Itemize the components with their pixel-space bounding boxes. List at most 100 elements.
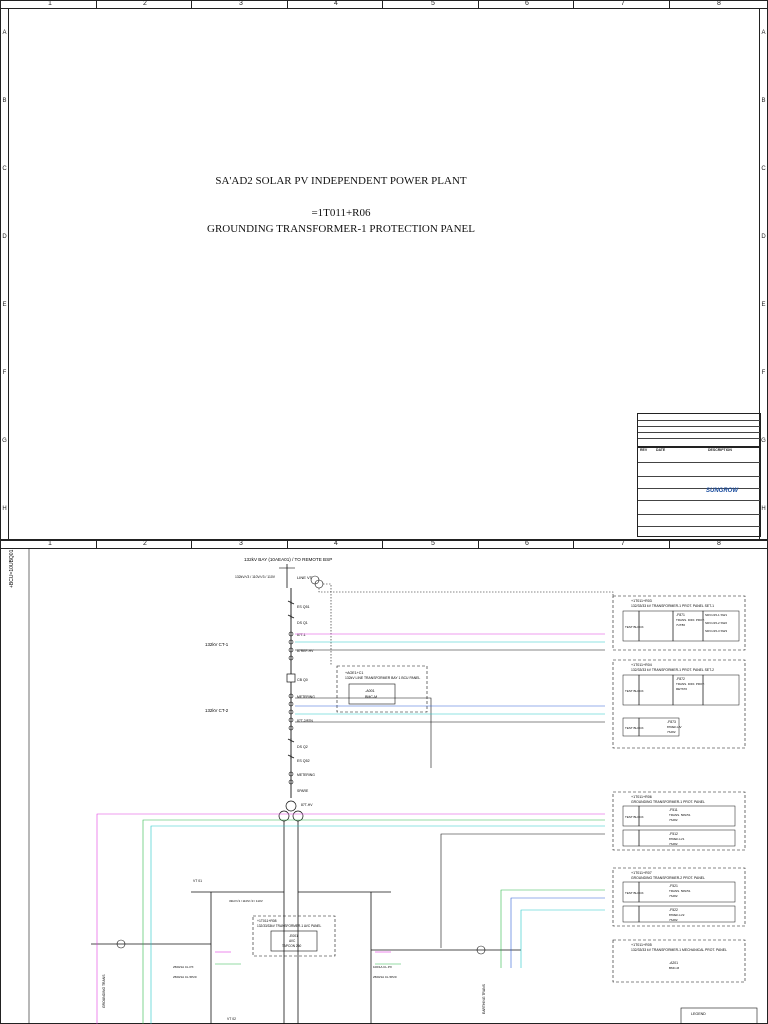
cb-q0: CB Q0 [297,678,308,682]
mv-ct-3: 100/1A CL.PX [373,965,392,969]
row-letter: B [761,98,766,104]
gt1-relay2: -F512 [669,832,678,836]
gt2-title: GROUNDING TRANSFORMER-2 PROT. PANEL [631,876,705,880]
metering-2: METERING [297,773,315,777]
panel-code: =1T011+R06 [311,207,371,219]
set2-test-block-2: TEST BLOCK [625,726,644,730]
col-number: 8 [717,540,721,547]
col-number: 2 [143,0,147,7]
gt2-relay2-model: 7SJ82 [669,918,678,922]
bt1-2: 87T-2/87N [297,719,313,723]
vt01: VT 01 [193,879,202,883]
mech-ref: +1T011+R05 [631,943,652,947]
col-number: 1 [48,540,52,547]
col-number: 5 [431,540,435,547]
gt2-relay2-desc: 87REF-LV2 [669,913,685,917]
mv-ct-2: 2500/1A CL.5P20 [173,975,197,979]
gt1-relay-model: 7SJ82 [669,818,678,822]
cover-sheet: 1 2 3 4 5 6 7 8 A B C D E F G H A B C D … [0,0,768,540]
col-number: 5 [431,0,435,7]
gt2-relay: -F521 [669,884,678,888]
gt1-relay2-desc: 87REF-LV1 [669,837,685,841]
set2-ref: +1T011+R04 [631,663,652,667]
col-number: 7 [621,0,625,7]
set2-title: 132/33/33 kV TRANSFORMER-1 PROT. PANEL S… [631,668,714,672]
col-number: 4 [334,540,338,547]
vt-ratio-33: 33kV/√3 / 110V/√3 / 110V [229,899,263,903]
ds-q1: DS Q1 [297,621,308,625]
gt1-relay2-model: 7SJ82 [669,842,678,846]
set2-relay-desc: TRANS. DIFF. PROT. [676,682,705,686]
mv-ct-1: 2500/1A CL.PX [173,965,194,969]
ds-q2: DS Q2 [297,745,308,749]
row-letter: A [761,30,766,36]
set2-ref-relay-model: 7SJ82 [667,730,676,734]
bcu-device: -A001 [365,689,375,693]
rev-col: REV [640,448,648,452]
line-vt-label: LINE VT [297,575,313,580]
title-block: REV DATE DESCRIPTION SUNGROW [637,413,761,537]
bcu-subtitle: 132kV LINE TRANSFORMER BAY 1 BCU PANEL [345,676,420,680]
set1-sw1: SDV1/15-1 SW1 [705,613,727,617]
set1-sw2: SDV1/15-2 SW2 [705,621,727,625]
mv-ct-4: 2500/1A CL.5P20 [373,975,397,979]
bt1: 87T-1 [297,633,306,637]
gt1-relay-desc: TRANS. 50N/51 [669,813,691,817]
desc-col: DESCRIPTION [708,448,732,452]
panel-title: GROUNDING TRANSFORMER-1 PROTECTION PANEL [207,223,475,235]
row-letter: G [761,438,766,444]
bt-hv2: 87T-HV [301,803,313,807]
col-number: 2 [143,540,147,547]
gt1-relay: -F511 [669,808,678,812]
gt1-test-block: TEST BLOCK [625,815,644,819]
set1-sw3: SDV1/15-3 SW3 [705,629,727,633]
set2-test-block: TEST BLOCK [625,689,644,693]
row-letter: G [2,438,7,444]
avc-device: -E001 [289,934,298,938]
set1-relay: -F871 [676,613,685,617]
col-number: 4 [334,0,338,7]
gt2-relay-desc: TRANS. 50N/51 [669,889,691,893]
gt2-relay2: -F522 [669,908,678,912]
set1-relay-model: 7UT86 [676,623,685,627]
ct2-label: 132kV CT-2 [205,708,229,713]
set1-test-block: TEST BLOCK [625,625,644,629]
gt2-test-block: TEST BLOCK [625,891,644,895]
col-number: 6 [525,0,529,7]
row-ruler-left: A B C D E F G H [1,8,9,539]
mech-title: 132/33/33 kV TRANSFORMER-1 MECHANICAL PR… [631,948,727,952]
set1-ref: +1T011+R03 [631,599,652,603]
set2-relay-model: RET670 [676,687,687,691]
vt02: VT 02 [227,1017,236,1021]
row-letter: A [2,30,7,36]
bay-title: 132kV BAY (10AEA01) / TO REMOTE BSP [244,557,332,562]
single-line-diagram: +BCU=10UBQ01 132kV BAY (10AEA01) / TO RE… [9,548,758,1024]
avc-device-desc: TAPCON 260 [282,944,301,948]
avc-title: 132/33/33kV TRANSFORMER-1 AVC PANEL [257,924,322,928]
set2-ref-relay-desc: 87REF-HV [667,725,682,729]
set1-title: 132/33/33 kV TRANSFORMER-1 PROT. PANEL S… [631,604,714,608]
col-number: 3 [239,0,243,7]
row-letter: F [761,370,766,376]
col-number: 3 [239,540,243,547]
row-letter: C [761,166,766,172]
es-q51: ES Q51 [297,605,310,609]
row-letter: H [2,506,7,512]
date-col: DATE [656,448,666,452]
mech-device: -A201 [669,961,678,965]
ct1-label: 132kV CT-1 [205,642,229,647]
spare: SPARE [297,789,309,793]
sld-sheet: 1 2 3 4 5 6 7 8 +BCU=10UBQ01 132kV BAY (… [0,540,768,1024]
row-letter: D [2,234,7,240]
set2-relay: -F872 [676,677,685,681]
set2-ref-relay: -F873 [667,720,676,724]
col-number: 1 [48,0,52,7]
row-letter: D [761,234,766,240]
gt1-title: GROUNDING TRANSFORMER-1 PROT. PANEL [631,800,705,804]
col-number: 6 [525,540,529,547]
legend-title: LEGEND [691,1012,706,1016]
es-q52: ES Q52 [297,759,310,763]
row-letter: E [761,302,766,308]
bcu-device-type: BMC-M [365,695,377,699]
project-title: SA'AD2 SOLAR PV INDEPENDENT POWER PLANT [215,175,467,187]
